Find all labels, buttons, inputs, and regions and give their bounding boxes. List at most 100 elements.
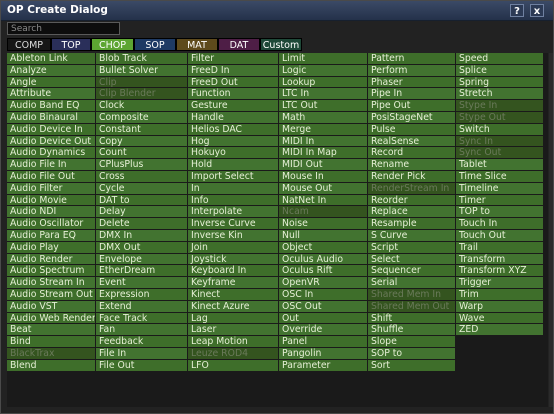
operator-item[interactable]: Transform XYZ <box>456 265 544 278</box>
operator-item[interactable]: Audio File In <box>7 159 96 171</box>
operator-item[interactable]: Composite <box>96 111 188 124</box>
operator-item[interactable]: Phaser <box>368 76 456 89</box>
operator-item[interactable]: Audio Oscillator <box>7 218 96 230</box>
operator-item[interactable]: Trail <box>456 241 544 254</box>
tab-mat[interactable]: MAT <box>176 38 218 51</box>
operator-item[interactable]: File Out <box>96 359 188 372</box>
operator-item[interactable]: Mouse In <box>279 170 368 183</box>
operator-item[interactable]: Delete <box>96 218 188 230</box>
operator-item[interactable]: Render Pick <box>368 170 456 183</box>
operator-item[interactable]: MIDI Out <box>279 159 368 171</box>
operator-item[interactable]: Panel <box>279 336 368 348</box>
operator-item[interactable]: Sort <box>368 359 456 372</box>
operator-item[interactable]: Filter <box>188 53 279 65</box>
operator-item[interactable]: Pattern <box>368 53 456 65</box>
operator-item[interactable]: Limit <box>279 53 368 65</box>
title-bar[interactable]: OP Create Dialog ? x <box>1 1 553 21</box>
tab-dat[interactable]: DAT <box>218 38 260 51</box>
operator-item[interactable]: Lag <box>188 312 279 325</box>
operator-item[interactable]: Timer <box>456 194 544 207</box>
operator-item[interactable]: Audio Web Render <box>7 312 96 325</box>
operator-item[interactable]: MIDI In Map <box>279 147 368 160</box>
operator-item[interactable]: LFO <box>188 359 279 372</box>
operator-item[interactable]: Spring <box>456 76 544 89</box>
operator-item[interactable]: Audio Movie <box>7 194 96 207</box>
operator-item[interactable]: Kinect Azure <box>188 300 279 313</box>
operator-item[interactable]: Audio VST <box>7 300 96 313</box>
operator-item[interactable]: Null <box>279 229 368 242</box>
operator-item[interactable]: Audio Dynamics <box>7 147 96 160</box>
operator-item[interactable]: Pipe Out <box>368 100 456 112</box>
tab-sop[interactable]: SOP <box>134 38 176 51</box>
operator-item[interactable]: Cycle <box>96 182 188 195</box>
operator-item[interactable]: Feedback <box>96 336 188 348</box>
operator-item[interactable]: RealSense <box>368 135 456 148</box>
operator-item[interactable]: Audio Stream Out <box>7 288 96 301</box>
operator-item[interactable]: Touch In <box>456 218 544 230</box>
operator-item[interactable]: Warp <box>456 300 544 313</box>
operator-item[interactable]: Time Slice <box>456 170 544 183</box>
tab-chop[interactable]: CHOP <box>91 38 134 51</box>
operator-item[interactable]: EtherDream <box>96 265 188 278</box>
operator-item[interactable]: Leap Motion <box>188 336 279 348</box>
operator-item[interactable]: PosiStageNet <box>368 111 456 124</box>
tab-custom[interactable]: Custom <box>260 38 302 51</box>
operator-item[interactable]: FreeD In <box>188 64 279 77</box>
operator-item[interactable]: Bullet Solver <box>96 64 188 77</box>
operator-item[interactable]: Audio Filter <box>7 182 96 195</box>
operator-item[interactable]: Sequencer <box>368 265 456 278</box>
operator-item[interactable]: Extend <box>96 300 188 313</box>
operator-item[interactable]: Pangolin <box>279 347 368 360</box>
operator-item[interactable]: Audio Device In <box>7 123 96 136</box>
operator-item[interactable]: Splice <box>456 64 544 77</box>
operator-item[interactable]: DMX In <box>96 229 188 242</box>
operator-item[interactable]: ZED <box>456 324 544 337</box>
operator-item[interactable]: Laser <box>188 324 279 337</box>
operator-item[interactable]: Switch <box>456 123 544 136</box>
operator-item[interactable]: Audio NDI <box>7 206 96 219</box>
search-input[interactable] <box>7 22 120 35</box>
operator-item[interactable]: Record <box>368 147 456 160</box>
operator-item[interactable]: S Curve <box>368 229 456 242</box>
operator-item[interactable]: Trigger <box>456 277 544 289</box>
operator-item[interactable]: Beat <box>7 324 96 337</box>
scrollbar[interactable] <box>549 53 553 407</box>
operator-item[interactable]: Oculus Audio <box>279 253 368 266</box>
operator-item[interactable]: Handle <box>188 111 279 124</box>
operator-item[interactable]: Merge <box>279 123 368 136</box>
operator-item[interactable]: Audio File Out <box>7 170 96 183</box>
operator-item[interactable]: Copy <box>96 135 188 148</box>
operator-item[interactable]: Object <box>279 241 368 254</box>
operator-item[interactable]: OSC In <box>279 288 368 301</box>
operator-item[interactable]: Count <box>96 147 188 160</box>
operator-item[interactable]: Timeline <box>456 182 544 195</box>
operator-item[interactable]: Shuffle <box>368 324 456 337</box>
operator-item[interactable]: Audio Play <box>7 241 96 254</box>
operator-item[interactable]: Audio Spectrum <box>7 265 96 278</box>
operator-item[interactable]: Hold <box>188 159 279 171</box>
operator-item[interactable]: Clock <box>96 100 188 112</box>
operator-item[interactable]: DAT to <box>96 194 188 207</box>
operator-item[interactable]: Speed <box>456 53 544 65</box>
operator-item[interactable]: Wave <box>456 312 544 325</box>
operator-item[interactable]: DMX Out <box>96 241 188 254</box>
operator-item[interactable]: Audio Stream In <box>7 277 96 289</box>
operator-item[interactable]: In <box>188 182 279 195</box>
operator-item[interactable]: Blend <box>7 359 96 372</box>
operator-item[interactable]: Tablet <box>456 159 544 171</box>
operator-item[interactable]: Logic <box>279 64 368 77</box>
operator-item[interactable]: FreeD Out <box>188 76 279 89</box>
operator-item[interactable]: Audio Device Out <box>7 135 96 148</box>
operator-item[interactable]: Rename <box>368 159 456 171</box>
operator-item[interactable]: Slope <box>368 336 456 348</box>
operator-item[interactable]: SOP to <box>368 347 456 360</box>
operator-item[interactable]: NatNet In <box>279 194 368 207</box>
operator-item[interactable]: Inverse Curve <box>188 218 279 230</box>
operator-item[interactable]: Parameter <box>279 359 368 372</box>
operator-item[interactable]: OSC Out <box>279 300 368 313</box>
operator-item[interactable]: Audio Band EQ <box>7 100 96 112</box>
operator-item[interactable]: Audio Binaural <box>7 111 96 124</box>
operator-item[interactable]: Attribute <box>7 88 96 101</box>
operator-item[interactable]: CPlusPlus <box>96 159 188 171</box>
operator-item[interactable]: Hokuyo <box>188 147 279 160</box>
